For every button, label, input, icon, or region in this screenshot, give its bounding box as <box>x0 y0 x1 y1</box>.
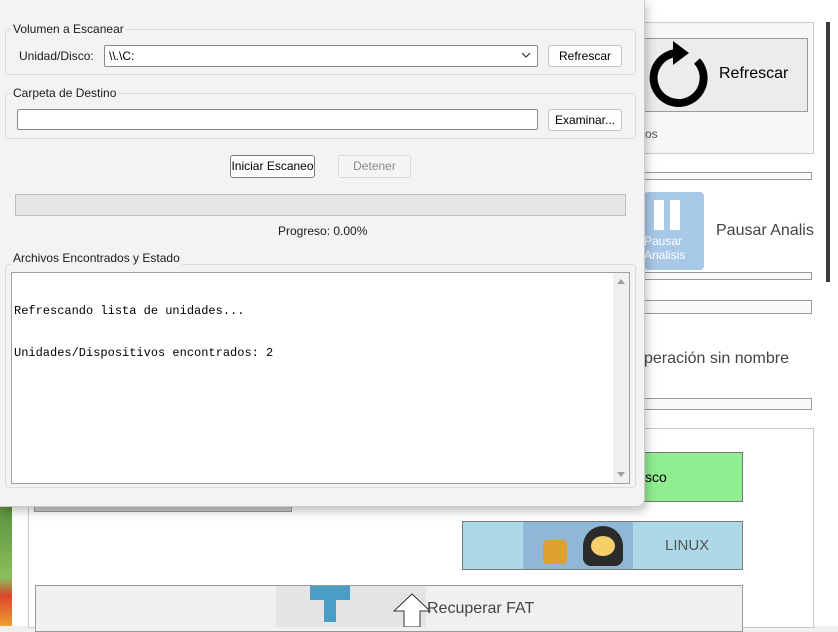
desktop-edge-image <box>0 505 12 626</box>
bg-fat-button[interactable]: Recuperar FAT <box>35 585 743 632</box>
linux-icon <box>523 522 633 569</box>
bg-pause-label: Pausar Analis <box>716 222 814 239</box>
log-lines: Refrescando lista de unidades... Unidade… <box>14 276 273 388</box>
pause-icon[interactable]: Pausar Analisis <box>644 192 704 270</box>
bg-separator <box>644 272 812 280</box>
background-scrollbar[interactable] <box>826 22 830 282</box>
refresh-button[interactable]: Refrescar <box>548 45 622 67</box>
chevron-down-icon <box>521 52 531 58</box>
browse-button[interactable]: Examinar... <box>548 109 622 131</box>
log-line: Refrescando lista de unidades... <box>14 304 245 318</box>
bg-linux-button[interactable]: LINUX <box>462 521 743 570</box>
bg-refresh-label: Refrescar <box>719 65 789 82</box>
progress-label: Progreso: 0.00% <box>278 224 368 238</box>
pause-icon-text-1: Pausar <box>644 234 683 248</box>
progress-bar <box>15 194 626 216</box>
bg-fat-label: Recuperar FAT <box>427 600 535 617</box>
log-line: Unidades/Dispositivos encontrados: 2 <box>14 346 274 360</box>
volume-group-title: Volumen a Escanear <box>11 22 126 36</box>
bg-operation-label: peración sin nombre <box>644 350 789 367</box>
drive-value: \\.\C: <box>109 49 135 63</box>
drive-label: Unidad/Disco: <box>19 49 94 63</box>
scan-dialog: Volumen a Escanear Unidad/Disco: \\.\C: … <box>0 0 645 507</box>
start-scan-button[interactable]: Iniciar Escaneo <box>230 155 315 178</box>
bg-separator <box>644 172 812 180</box>
bg-green-button[interactable]: sco <box>644 452 743 502</box>
scroll-down-icon[interactable] <box>617 472 625 477</box>
bg-green-button-label: sco <box>645 469 667 485</box>
refresh-icon <box>649 41 708 107</box>
drive-combobox[interactable]: \\.\C: <box>104 45 538 67</box>
destination-group-title: Carpeta de Destino <box>11 86 119 100</box>
bg-linux-label: LINUX <box>665 537 710 554</box>
stop-button[interactable]: Detener <box>338 155 411 178</box>
status-log[interactable]: Refrescando lista de unidades... Unidade… <box>11 272 630 484</box>
bg-refresh-button[interactable]: Refrescar <box>636 38 808 112</box>
bg-separator <box>644 300 812 314</box>
bg-separator <box>644 398 812 410</box>
destination-path-input[interactable] <box>17 109 538 130</box>
files-group-title: Archivos Encontrados y Estado <box>11 251 182 265</box>
pause-icon-text-2: Analisis <box>644 248 686 262</box>
scroll-up-icon[interactable] <box>617 279 625 284</box>
bg-partial-text: os <box>645 127 658 141</box>
log-scrollbar[interactable] <box>613 273 629 483</box>
fat-icon <box>276 586 432 627</box>
